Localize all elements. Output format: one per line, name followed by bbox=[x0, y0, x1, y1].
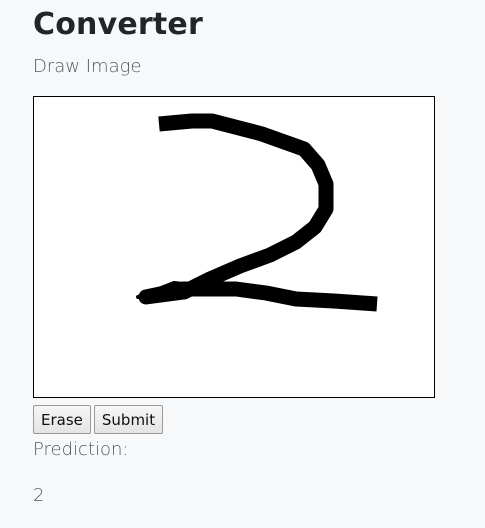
page-title: Converter bbox=[33, 7, 203, 42]
drawing-canvas[interactable] bbox=[33, 96, 435, 398]
button-row: Erase Submit bbox=[33, 405, 164, 434]
prediction-value: 2 bbox=[33, 485, 45, 506]
page: Converter Draw Image Erase Submit Predic… bbox=[0, 0, 485, 528]
prediction-label: Prediction: bbox=[33, 439, 129, 460]
draw-image-label: Draw Image bbox=[33, 56, 142, 77]
submit-button[interactable]: Submit bbox=[93, 405, 164, 434]
drawn-stroke bbox=[138, 113, 378, 312]
erase-button[interactable]: Erase bbox=[33, 405, 91, 434]
drawing-surface[interactable] bbox=[34, 97, 434, 397]
